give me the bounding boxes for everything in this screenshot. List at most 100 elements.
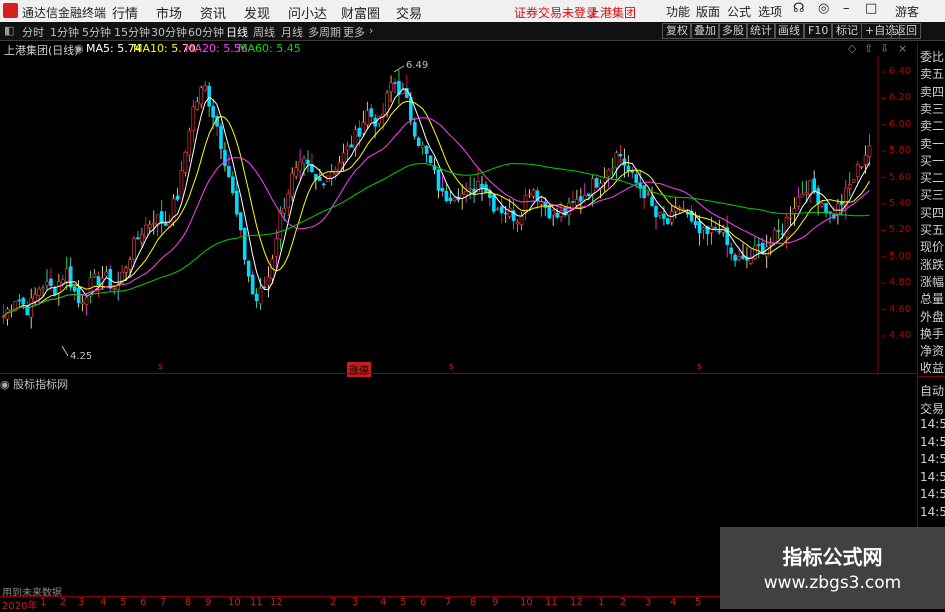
candle-body: [140, 233, 144, 243]
candle-body: [614, 152, 619, 169]
function-button[interactable]: 功能: [666, 3, 690, 20]
layout-button[interactable]: 版面: [696, 3, 720, 20]
candle-body: [329, 170, 334, 179]
candle-body: [496, 208, 500, 211]
candlestick-chart[interactable]: [0, 56, 917, 373]
candle-body: [618, 153, 623, 157]
candle-body: [223, 149, 227, 167]
pane-divider[interactable]: [0, 373, 917, 374]
y-tick-label: 5.80: [889, 145, 912, 157]
candle-body: [80, 301, 85, 305]
diamond-icon[interactable]: ◇: [848, 42, 856, 55]
f10-button[interactable]: F10: [804, 23, 833, 39]
quote-panel: 委比 卖五 卖四 卖三 卖二 卖一 买一 买二 买三 买四 买五 现价 涨跌 涨幅 总量 外盘 换手 净资 收益 自动…: [917, 42, 945, 609]
event-marker: s: [449, 362, 454, 372]
x-tick-label: 4: [380, 597, 387, 608]
menu-zixun[interactable]: 资讯: [200, 3, 226, 22]
candle-body: [53, 288, 57, 295]
menu-wenxiaoda[interactable]: 问小达: [288, 3, 327, 22]
trade-status[interactable]: 证券交易未登录: [514, 4, 598, 21]
x-tick-label: 1: [40, 597, 47, 608]
x-tick-label: 4: [670, 597, 677, 608]
candle-body: [733, 254, 737, 261]
candle-body: [468, 188, 472, 190]
mark-button[interactable]: 标记: [832, 23, 862, 39]
stock-name-title: 上港集团: [588, 6, 637, 20]
statistics-button[interactable]: 统计: [746, 23, 776, 39]
trade-detail-header[interactable]: 交易: [920, 400, 944, 417]
candle-body: [579, 196, 583, 202]
menu-hangqing[interactable]: 行情: [112, 3, 138, 22]
drawing-button[interactable]: 画线: [774, 23, 804, 39]
ma60-label: MA60: 5.45: [238, 42, 301, 55]
candle-body: [393, 82, 397, 84]
candle-body: [590, 178, 595, 196]
x-tick-label: 8: [185, 597, 192, 608]
sub-toggle-icon[interactable]: ◉: [0, 378, 10, 391]
overlay-button[interactable]: 叠加: [690, 23, 720, 39]
menu-faxian[interactable]: 发现: [244, 3, 270, 22]
down-arrow-icon[interactable]: ⇩: [880, 42, 889, 55]
guest-button[interactable]: 游客: [895, 3, 919, 20]
candle-body: [306, 159, 310, 165]
x-tick-label: 2: [60, 597, 67, 608]
candle-body: [242, 228, 247, 260]
period-multi[interactable]: 多周期: [308, 24, 341, 40]
y-tick-label: 5.20: [889, 224, 912, 236]
candle-body: [527, 193, 532, 196]
candle-body: [151, 222, 156, 225]
candle-body: [286, 193, 291, 209]
candle-body: [658, 212, 662, 216]
candle-body: [606, 169, 611, 177]
quote-row-label: 买三: [920, 188, 945, 203]
legend-toggle-icon[interactable]: ◉: [74, 42, 84, 55]
x-tick-label: 5: [695, 597, 702, 608]
x-tick-label: 3: [352, 597, 359, 608]
candle-body: [278, 210, 283, 240]
more-chevron-icon[interactable]: ›: [369, 24, 373, 37]
quote-row-label: 外盘: [920, 309, 945, 324]
candle-body: [302, 158, 306, 164]
maximize-icon[interactable]: □: [865, 1, 877, 16]
period-daily[interactable]: 日线: [226, 24, 248, 40]
candle-body: [863, 155, 868, 165]
candle-body: [191, 106, 196, 132]
multi-stock-button[interactable]: 多股: [718, 23, 748, 39]
candle-body: [796, 196, 801, 207]
period-1min[interactable]: 1分钟: [50, 24, 79, 40]
ma5-line: [3, 88, 870, 317]
up-arrow-icon[interactable]: ⇧: [864, 42, 873, 55]
trade-detail-header[interactable]: 自动: [920, 382, 944, 399]
period-fenshi[interactable]: 分时: [22, 24, 44, 40]
panel-toggle-icon[interactable]: ◧: [4, 24, 14, 37]
candle-body: [199, 87, 204, 105]
candle-body: [436, 169, 441, 191]
candle-body: [571, 201, 575, 203]
period-monthly[interactable]: 月线: [281, 24, 303, 40]
period-more[interactable]: 更多: [343, 24, 365, 40]
candle-body: [179, 170, 184, 199]
candle-body: [776, 230, 781, 232]
candle-body: [385, 92, 389, 113]
menu-jiaoyi[interactable]: 交易: [396, 3, 422, 22]
candle-body: [867, 145, 872, 157]
candle-body: [555, 212, 559, 218]
close-chart-icon[interactable]: ×: [898, 42, 907, 55]
period-60min[interactable]: 60分钟: [188, 24, 224, 40]
restore-right-button[interactable]: 复权: [662, 23, 692, 39]
options-button[interactable]: 选项: [758, 3, 782, 20]
skin-icon[interactable]: ◎: [818, 1, 829, 16]
candle-body: [464, 190, 468, 196]
headset-icon[interactable]: ☊: [793, 1, 805, 16]
period-15min[interactable]: 15分钟: [114, 24, 150, 40]
formula-button[interactable]: 公式: [727, 3, 751, 20]
period-30min[interactable]: 30分钟: [151, 24, 187, 40]
period-weekly[interactable]: 周线: [253, 24, 275, 40]
candle-body: [183, 151, 188, 173]
back-button[interactable]: 返回: [891, 23, 921, 39]
menu-shichang[interactable]: 市场: [156, 3, 182, 22]
period-5min[interactable]: 5分钟: [82, 24, 111, 40]
minimize-icon[interactable]: –: [843, 1, 850, 16]
menu-caifuquan[interactable]: 财富圈: [341, 3, 380, 22]
quote-row-label: 卖二: [920, 119, 945, 134]
